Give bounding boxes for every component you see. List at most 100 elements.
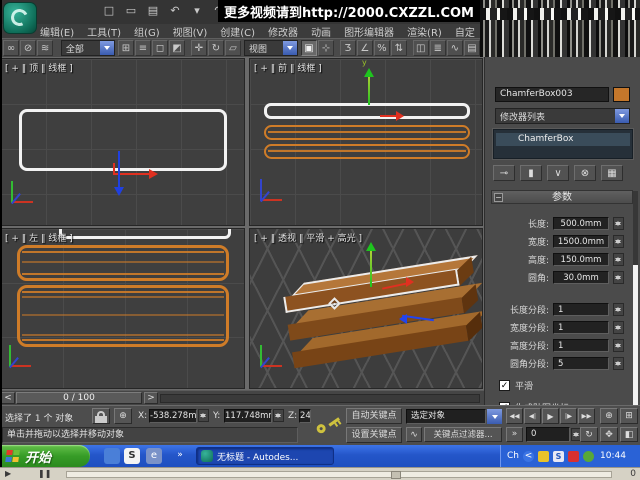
maximize-viewport-icon[interactable]: ◧ [620, 427, 638, 442]
stack-item-chamferbox[interactable]: ChamferBox [496, 133, 630, 146]
parameters-rollout-header[interactable]: − 参数 [491, 190, 633, 204]
go-to-start-button[interactable]: ◀◀ [506, 408, 523, 424]
fillet-field[interactable]: 30.0mm [553, 271, 609, 284]
selection-filter-dropdown[interactable]: 全部 [60, 40, 115, 56]
quick-launch-overflow-icon[interactable]: » [172, 448, 188, 464]
select-scale-icon[interactable]: ▱ [224, 40, 241, 56]
previous-frame-button[interactable]: ◀| [524, 408, 541, 424]
new-file-icon[interactable]: □ [100, 3, 118, 20]
y-coordinate-field[interactable]: 117.748mm [224, 409, 272, 423]
task-button-max[interactable]: 无标题 - Autodes... [196, 447, 334, 465]
length-segs-field[interactable]: 1 [553, 303, 609, 316]
viewport-top[interactable]: [ + ‖ 顶 ‖ 线框 ] [0, 58, 245, 226]
menu-customize[interactable]: 自定 [455, 24, 475, 39]
pin-stack-icon[interactable]: ⊸ [493, 165, 515, 181]
reference-coordinate-arrow-icon[interactable] [282, 41, 297, 55]
height-spinner[interactable] [613, 253, 624, 266]
width-spinner[interactable] [613, 235, 624, 248]
show-end-result-icon[interactable]: ▮ [520, 165, 542, 181]
tray-icon-4[interactable] [583, 450, 594, 462]
width-segs-spinner[interactable] [613, 321, 624, 334]
current-frame-field[interactable]: 0 [526, 427, 570, 442]
width-segs-field[interactable]: 1 [553, 321, 609, 334]
fillet-segs-field[interactable]: 5 [553, 357, 609, 370]
player-progress-thumb[interactable] [391, 471, 401, 479]
select-object-icon[interactable]: ⊞ [117, 40, 134, 56]
absolute-offset-toggle[interactable]: ⊕ [114, 408, 132, 424]
length-spinner[interactable] [613, 217, 624, 230]
length-field[interactable]: 500.0mm [553, 217, 609, 230]
time-slider-handle[interactable]: 0 / 100 [16, 392, 142, 404]
fillet-segs-spinner[interactable] [613, 357, 624, 370]
viewport-front[interactable]: [ + ‖ 前 ‖ 线框 ] y [249, 58, 483, 226]
select-rotate-icon[interactable]: ↻ [207, 40, 224, 56]
rectangular-region-icon[interactable]: ◻ [151, 40, 169, 56]
player-progress-track[interactable] [66, 471, 612, 479]
tray-icon-3[interactable] [568, 450, 579, 462]
chamferbox-left-2[interactable] [17, 245, 229, 281]
viewport-left-label[interactable]: [ + ‖ 左 ‖ 线框 ] [5, 231, 73, 244]
height-segs-spinner[interactable] [613, 339, 624, 352]
rollout-collapse-icon[interactable]: − [494, 193, 503, 202]
gizmo-y-axis[interactable] [370, 245, 372, 287]
go-to-end-button[interactable]: ▶▶ [578, 408, 595, 424]
chamferbox-front-selected[interactable] [264, 103, 470, 119]
undo-dropdown-icon[interactable]: ▾ [188, 3, 206, 20]
viewport-front-label[interactable]: [ + ‖ 前 ‖ 线框 ] [254, 61, 322, 74]
quick-launch-icon-2[interactable]: S [124, 448, 140, 464]
start-button[interactable]: 开始 [0, 445, 90, 467]
zoom-tool-icon[interactable]: ⊕ [600, 408, 618, 424]
layer-manager-icon[interactable]: ▤ [463, 40, 480, 56]
select-manipulate-icon[interactable]: ⊹ [318, 40, 335, 56]
width-field[interactable]: 1500.0mm [553, 235, 609, 248]
percent-snap-icon[interactable]: % [373, 40, 390, 56]
fillet-spinner[interactable] [613, 271, 624, 284]
use-pivot-center-icon[interactable]: ▣ [300, 40, 318, 56]
snap-toggle-icon[interactable]: Ʒ [339, 40, 356, 56]
align-icon[interactable]: ≣ [429, 40, 446, 56]
timeline-next-button[interactable]: > [144, 392, 158, 404]
menu-group[interactable]: 组(G) [134, 24, 160, 39]
select-by-name-icon[interactable]: ≡ [134, 40, 151, 56]
key-mode-toggle[interactable]: » [506, 427, 523, 442]
next-frame-button[interactable]: |▶ [560, 408, 577, 424]
menu-views[interactable]: 视图(V) [173, 24, 208, 39]
timeline-prev-button[interactable]: < [1, 392, 15, 404]
spinner-snap-icon[interactable]: ⇅ [390, 40, 407, 56]
chamferbox-left-3[interactable] [17, 285, 229, 347]
select-link-icon[interactable]: ∞ [3, 40, 20, 56]
object-name-field[interactable]: ChamferBox003 [495, 87, 609, 102]
make-unique-icon[interactable]: ∨ [547, 165, 569, 181]
select-move-icon[interactable]: ✛ [190, 40, 207, 56]
selection-filter-arrow-icon[interactable] [99, 41, 114, 55]
curve-editor-icon[interactable]: ∿ [446, 40, 463, 56]
undo-icon[interactable]: ↶ [166, 3, 184, 20]
smooth-checkbox[interactable]: ✓ [499, 380, 510, 391]
modifier-list-dropdown[interactable]: 修改器列表 [495, 108, 630, 124]
menu-rendering[interactable]: 渲染(R) [407, 24, 442, 39]
viewport-top-label[interactable]: [ + ‖ 顶 ‖ 线框 ] [5, 61, 73, 74]
height-field[interactable]: 150.0mm [553, 253, 609, 266]
tray-clock[interactable]: 10:44 [600, 451, 626, 461]
bind-spacewarp-icon[interactable]: ≋ [37, 40, 54, 56]
chamferbox-front-3[interactable] [264, 144, 470, 159]
pan-view-icon[interactable]: ✥ [600, 427, 618, 442]
chamferbox-top-view-selected[interactable] [19, 109, 227, 171]
modifier-stack[interactable]: ChamferBox [493, 129, 633, 159]
viewport-left[interactable]: [ + ‖ 左 ‖ 线框 ] [0, 228, 245, 389]
menu-graph-editors[interactable]: 图形编辑器 [344, 24, 394, 39]
chamferbox-left-selected[interactable] [59, 229, 231, 239]
tray-icon-1[interactable] [538, 450, 549, 462]
gizmo-y-axis[interactable] [118, 151, 120, 189]
quick-launch-icon-3[interactable]: e [146, 448, 162, 464]
menu-create[interactable]: 创建(C) [220, 24, 255, 39]
y-spinner[interactable] [273, 409, 284, 422]
key-filters-button[interactable]: 关键点过滤器... [424, 427, 502, 442]
height-segs-field[interactable]: 1 [553, 339, 609, 352]
panel-scrollbar[interactable] [633, 191, 638, 441]
menu-animation[interactable]: 动画 [311, 24, 331, 39]
chamferbox-front-2[interactable] [264, 125, 470, 140]
quick-launch-icon-1[interactable] [104, 448, 120, 464]
auto-key-button[interactable]: 自动关键点 [346, 408, 402, 424]
angle-snap-icon[interactable]: ∠ [356, 40, 373, 56]
